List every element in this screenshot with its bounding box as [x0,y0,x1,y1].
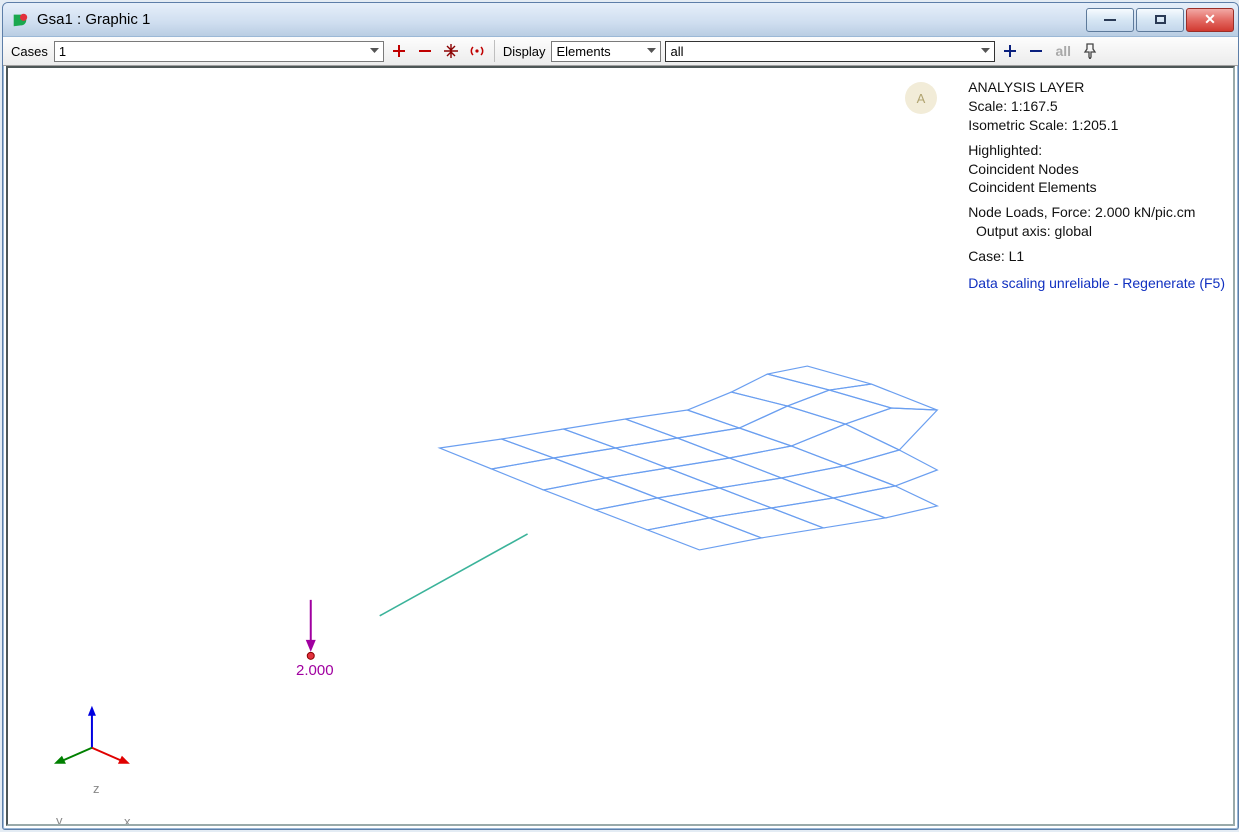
filter-remove-button[interactable] [1025,40,1047,62]
close-button[interactable]: ✕ [1186,8,1234,32]
minimize-button[interactable] [1086,8,1134,32]
close-icon: ✕ [1204,11,1216,28]
chevron-down-icon [643,42,660,61]
load-value-label: 2.000 [296,662,334,679]
cases-collapse-button[interactable] [440,40,462,62]
broadcast-icon [468,42,486,60]
plus-icon [391,43,407,59]
collapse-icon [442,42,460,60]
filter-add-button[interactable] [999,40,1021,62]
display-label: Display [501,44,548,59]
cases-broadcast-button[interactable] [466,40,488,62]
axis-z-label: z [93,781,100,796]
axis-triad [54,706,130,764]
info-node-loads: Node Loads, Force: 2.000 kN/pic.cm [968,203,1225,222]
node-load-arrow [306,600,316,659]
filter-all-button[interactable]: all [1051,43,1075,59]
info-highlighted: Highlighted: [968,141,1225,160]
minus-icon [417,43,433,59]
maximize-icon [1155,15,1166,24]
axis-y-label: y [56,813,63,826]
app-window: Gsa1 : Graphic 1 ✕ Cases 1 [2,2,1239,830]
plus-icon [1002,43,1018,59]
pin-icon [1083,43,1097,59]
app-icon [11,11,29,29]
cases-add-button[interactable] [388,40,410,62]
info-scale: Scale: 1:167.5 [968,97,1225,116]
viewport-3d[interactable]: 2.000 x y z A ANALYSIS LAYER Scale: 1:16… [6,66,1235,826]
toolbar: Cases 1 [3,37,1238,66]
toolbar-separator [494,40,495,62]
info-coincident-nodes: Coincident Nodes [968,160,1225,179]
info-output-axis: Output axis: global [968,222,1225,241]
display-dropdown[interactable]: Elements [551,41,661,62]
filter-input[interactable]: all [665,41,995,62]
beam-element [380,534,528,616]
info-title: ANALYSIS LAYER [968,78,1225,97]
chevron-down-icon [977,48,994,54]
pin-button[interactable] [1079,40,1101,62]
cases-dropdown[interactable]: 1 [54,41,384,62]
info-panel: ANALYSIS LAYER Scale: 1:167.5 Isometric … [968,78,1225,293]
axis-x-label: x [124,814,131,826]
chevron-down-icon [366,42,383,61]
info-coincident-elements: Coincident Elements [968,178,1225,197]
info-warning-link[interactable]: Data scaling unreliable - Regenerate (F5… [968,274,1225,293]
minus-icon [1028,43,1044,59]
info-case: Case: L1 [968,247,1225,266]
window-title: Gsa1 : Graphic 1 [37,11,150,28]
minimize-icon [1104,19,1116,21]
maximize-button[interactable] [1136,8,1184,32]
titlebar[interactable]: Gsa1 : Graphic 1 ✕ [3,3,1238,37]
cases-label: Cases [9,44,50,59]
display-value: Elements [552,44,643,59]
layer-badge: A [905,82,937,114]
filter-value: all [666,44,977,59]
cases-remove-button[interactable] [414,40,436,62]
info-iso-scale: Isometric Scale: 1:205.1 [968,116,1225,135]
cases-value: 1 [55,44,366,59]
mesh-2d-elements [440,366,938,550]
